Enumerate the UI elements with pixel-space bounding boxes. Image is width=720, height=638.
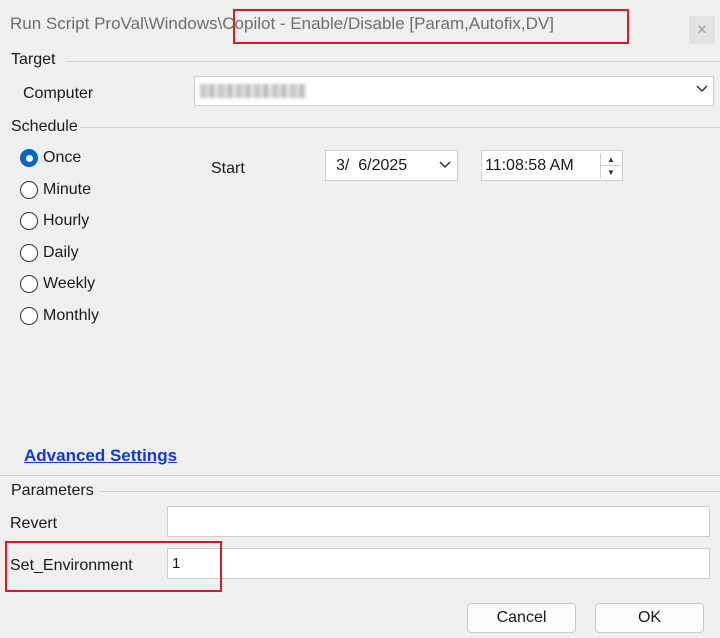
start-date-value: 3/ 6/2025 bbox=[336, 157, 408, 174]
radio-label: Monthly bbox=[43, 307, 100, 324]
start-label: Start bbox=[211, 160, 245, 177]
start-time-picker[interactable]: 11:08:58 AM ▲ ▼ bbox=[481, 150, 623, 181]
chevron-down-icon[interactable] bbox=[438, 157, 452, 174]
radio-button[interactable] bbox=[20, 149, 38, 167]
close-button[interactable]: ✕ bbox=[689, 16, 715, 44]
radio-label: Daily bbox=[43, 244, 79, 261]
parameters-separator bbox=[100, 491, 720, 492]
radio-daily[interactable]: Daily bbox=[20, 244, 79, 262]
set-environment-highlight-box bbox=[5, 541, 222, 592]
parameters-separator-top bbox=[0, 475, 720, 476]
cancel-button[interactable]: Cancel bbox=[467, 603, 576, 633]
radio-button[interactable] bbox=[20, 307, 38, 325]
radio-label: Hourly bbox=[43, 212, 90, 229]
revert-label: Revert bbox=[10, 515, 58, 532]
start-time-value: 11:08:58 AM bbox=[485, 157, 574, 174]
start-date-picker[interactable]: 3/ 6/2025 bbox=[325, 150, 458, 181]
parameters-group-label: Parameters bbox=[11, 482, 94, 499]
set-environment-input[interactable]: 1 bbox=[167, 548, 710, 579]
close-icon: ✕ bbox=[696, 22, 708, 37]
computer-name-redacted bbox=[200, 84, 306, 98]
computer-label: Computer bbox=[23, 85, 94, 102]
target-group-label: Target bbox=[11, 51, 56, 68]
radio-button[interactable] bbox=[20, 181, 38, 199]
ok-button[interactable]: OK bbox=[595, 603, 704, 633]
chevron-down-icon bbox=[695, 81, 709, 98]
schedule-group-label: Schedule bbox=[11, 118, 78, 135]
radio-button[interactable] bbox=[20, 212, 38, 230]
time-spinner[interactable]: ▲ ▼ bbox=[600, 153, 621, 178]
radio-weekly[interactable]: Weekly bbox=[20, 275, 95, 293]
radio-minute[interactable]: Minute bbox=[20, 181, 91, 199]
spin-down-icon[interactable]: ▼ bbox=[601, 166, 621, 178]
title-highlight-box bbox=[233, 9, 629, 44]
title-prefix: Run Script ProVal\Windows\ bbox=[10, 14, 223, 33]
radio-once[interactable]: Once bbox=[20, 149, 81, 167]
radio-hourly[interactable]: Hourly bbox=[20, 212, 89, 230]
target-separator bbox=[66, 61, 720, 62]
radio-button[interactable] bbox=[20, 275, 38, 293]
radio-label: Once bbox=[43, 149, 82, 166]
revert-input[interactable] bbox=[167, 506, 710, 537]
spin-up-icon[interactable]: ▲ bbox=[601, 153, 621, 166]
radio-label: Minute bbox=[43, 181, 92, 198]
schedule-separator bbox=[80, 127, 720, 128]
radio-button[interactable] bbox=[20, 244, 38, 262]
advanced-settings-link[interactable]: Advanced Settings bbox=[24, 446, 177, 466]
radio-monthly[interactable]: Monthly bbox=[20, 307, 99, 325]
radio-label: Weekly bbox=[43, 275, 96, 292]
